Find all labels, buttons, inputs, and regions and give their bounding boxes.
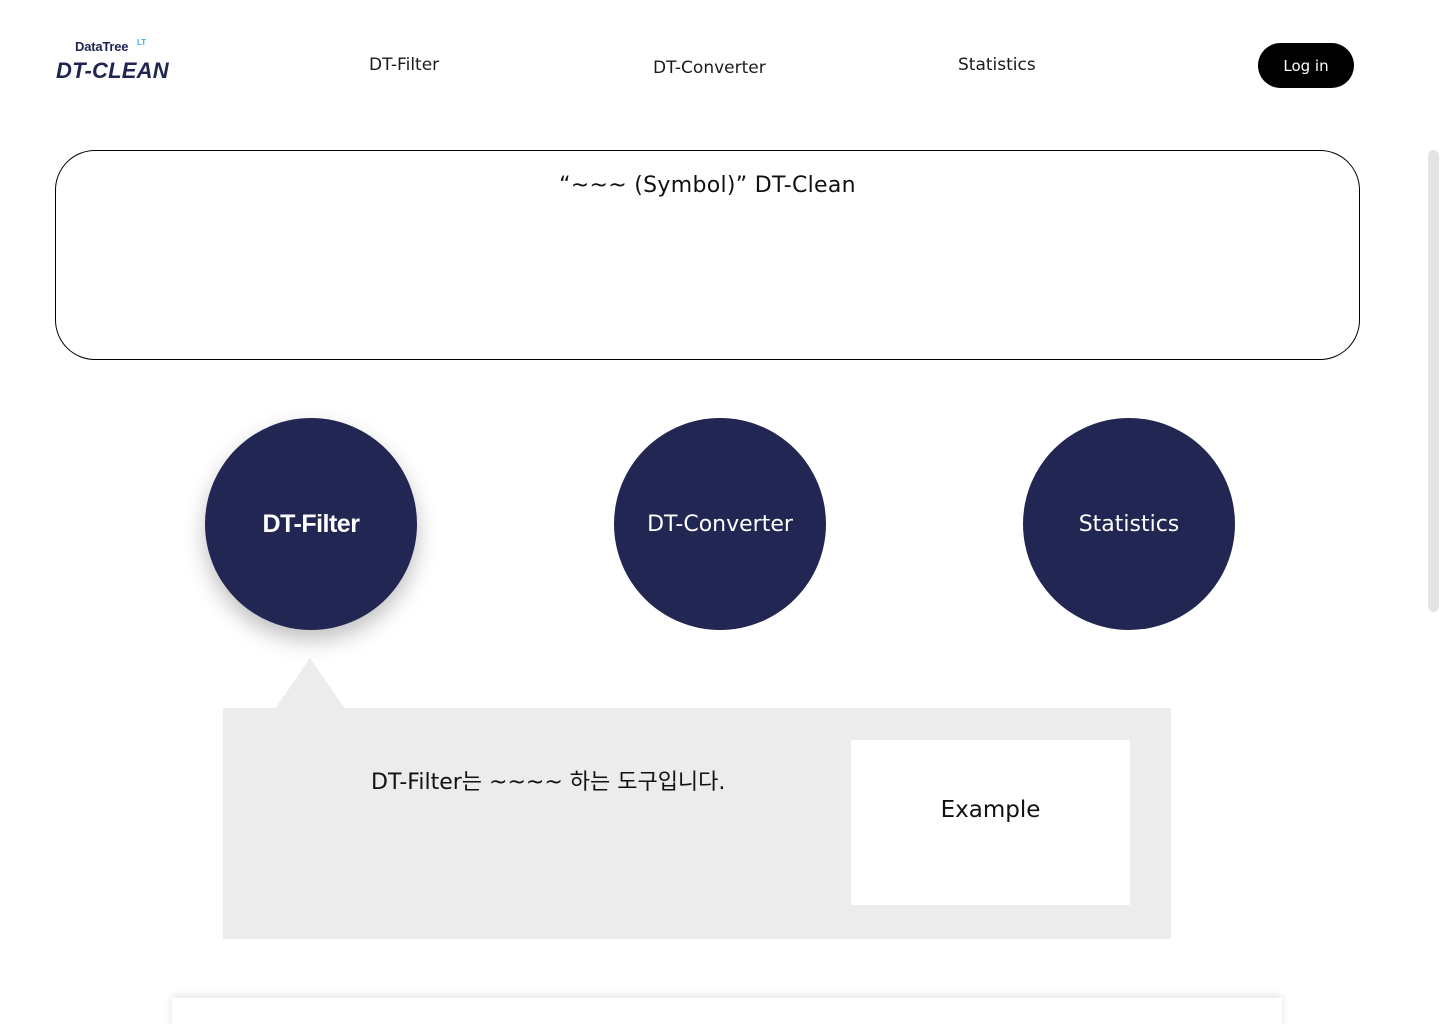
- content-card: [172, 998, 1282, 1024]
- login-button[interactable]: Log in: [1258, 43, 1354, 88]
- logo-badge: LT: [137, 38, 147, 47]
- nav-link-dt-filter[interactable]: DT-Filter: [369, 55, 439, 75]
- feature-circle-statistics[interactable]: Statistics: [1023, 418, 1235, 630]
- dt-clean-logo[interactable]: DataTree LT DT-CLEAN: [56, 38, 186, 88]
- hero-title: “~~~ (Symbol)” DT-Clean: [559, 173, 856, 198]
- logo-main-text: DT-CLEAN: [56, 58, 169, 83]
- feature-description-panel: DT-Filter는 ~~~~ 하는 도구입니다. Example: [223, 708, 1171, 939]
- logo-datatree-text: DataTree: [75, 39, 129, 54]
- feature-description-text: DT-Filter는 ~~~~ 하는 도구입니다.: [371, 770, 726, 795]
- example-label: Example: [940, 797, 1041, 823]
- hero-banner: “~~~ (Symbol)” DT-Clean: [55, 150, 1360, 360]
- nav-link-dt-converter[interactable]: DT-Converter: [653, 58, 766, 78]
- feature-circle-dt-converter[interactable]: DT-Converter: [614, 418, 826, 630]
- example-box: Example: [851, 740, 1130, 905]
- feature-circle-dt-filter[interactable]: DT-Filter: [205, 418, 417, 630]
- scrollbar-thumb[interactable]: [1428, 150, 1439, 612]
- nav-link-statistics[interactable]: Statistics: [958, 55, 1036, 75]
- panel-pointer-arrow: [275, 658, 345, 709]
